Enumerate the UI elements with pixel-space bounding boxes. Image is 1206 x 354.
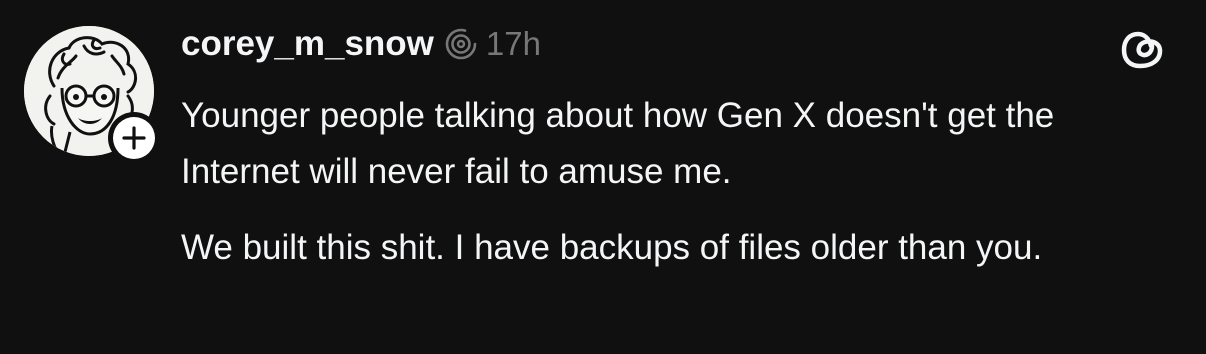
threads-post: corey_m_snow 17h Younger people talking … bbox=[0, 0, 1206, 354]
username[interactable]: corey_m_snow bbox=[181, 24, 434, 64]
avatar-container bbox=[24, 26, 160, 164]
threads-verified-swirl-icon bbox=[444, 27, 478, 61]
post-body: Younger people talking about how Gen X d… bbox=[181, 88, 1181, 276]
post-header: corey_m_snow 17h bbox=[181, 22, 541, 66]
plus-icon bbox=[122, 126, 146, 150]
follow-button-inner bbox=[113, 117, 155, 159]
post-paragraph-1: Younger people talking about how Gen X d… bbox=[181, 96, 1055, 191]
post-paragraph-2: We built this shit. I have backups of fi… bbox=[181, 228, 1043, 267]
post-timestamp: 17h bbox=[485, 25, 541, 62]
threads-logo-icon[interactable] bbox=[1118, 24, 1168, 74]
follow-button[interactable] bbox=[108, 112, 160, 164]
